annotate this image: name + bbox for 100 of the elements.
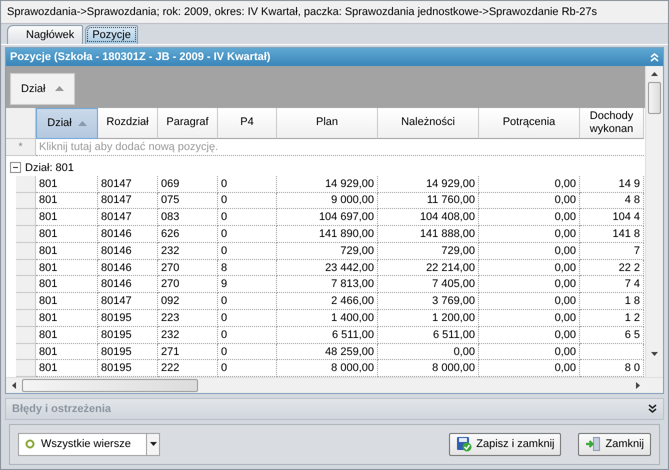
- table-cell: 80146: [98, 242, 158, 260]
- table-cell: 80147: [98, 209, 158, 226]
- column-header[interactable]: Dział: [36, 108, 98, 140]
- table-cell: 801: [36, 293, 98, 310]
- table-cell: 9: [218, 276, 277, 294]
- table-cell: 22 2: [580, 260, 644, 276]
- table-cell: 80147: [98, 293, 158, 310]
- table-cell: 141 890,00: [277, 226, 378, 243]
- table-cell: 6 511,00: [277, 326, 378, 344]
- table-cell: 801: [36, 226, 98, 243]
- table-cell: 0: [218, 344, 277, 360]
- exit-door-icon: [585, 436, 602, 452]
- tab[interactable]: Pozycje: [85, 25, 138, 44]
- column-header[interactable]: Rozdział: [98, 108, 158, 140]
- header-corner: [6, 108, 36, 140]
- table-cell: 6 5: [580, 326, 644, 344]
- table-cell: 14 9: [580, 176, 644, 193]
- table-cell: 801: [36, 344, 98, 360]
- table-cell: 0: [218, 192, 277, 210]
- table-cell: 104 697,00: [277, 209, 378, 226]
- ring-icon: [25, 439, 35, 450]
- table-cell: 0: [218, 226, 277, 243]
- row-selector[interactable]: [16, 293, 36, 310]
- table-cell: 8: [218, 260, 277, 276]
- scrollbar-thumb[interactable]: [22, 379, 198, 392]
- window-title: Sprawozdania->Sprawozdania; rok: 2009, okres: IV Kwartał, paczka: Sprawozdania jednostkowe->Sprawozdanie Rb-27s: [1, 1, 668, 24]
- tab[interactable]: Nagłówek: [7, 25, 84, 44]
- collapse-icon[interactable]: [10, 162, 21, 174]
- table-cell: 0,00: [479, 276, 580, 294]
- row-selector[interactable]: [16, 276, 36, 294]
- table-cell: 801: [36, 260, 98, 276]
- table-cell: [580, 344, 644, 360]
- row-selector[interactable]: [16, 209, 36, 226]
- table-cell: 80146: [98, 260, 158, 276]
- table-cell: 801: [36, 242, 98, 260]
- close-button[interactable]: Zamknij: [578, 432, 651, 456]
- table-cell: 801: [36, 209, 98, 226]
- column-header[interactable]: P4: [218, 108, 277, 140]
- table-cell: 0,00: [479, 326, 580, 344]
- table-cell: 075: [158, 192, 218, 210]
- table-cell: 232: [158, 242, 218, 260]
- table-cell: 1 8: [580, 293, 644, 310]
- row-selector[interactable]: [16, 192, 36, 210]
- table-cell: 104 408,00: [378, 209, 479, 226]
- table-cell: 0,00: [479, 226, 580, 243]
- table-cell: 729,00: [277, 242, 378, 260]
- table-cell: 22 214,00: [378, 260, 479, 276]
- column-header[interactable]: Plan: [277, 108, 378, 140]
- row-selector[interactable]: [16, 242, 36, 260]
- table-cell: 7: [580, 242, 644, 260]
- table-cell: 2 466,00: [277, 293, 378, 310]
- table-cell: 083: [158, 209, 218, 226]
- row-selector[interactable]: [16, 344, 36, 360]
- table-cell: 0,00: [479, 260, 580, 276]
- row-selector[interactable]: [16, 260, 36, 276]
- table-cell: 80146: [98, 226, 158, 243]
- table-cell: 223: [158, 310, 218, 327]
- save-button[interactable]: Zapisz i zamknij: [449, 432, 562, 456]
- table-cell: 0,00: [479, 242, 580, 260]
- table-cell: 0,00: [378, 344, 479, 360]
- row-selector[interactable]: [16, 310, 36, 327]
- table-cell: 729,00: [378, 242, 479, 260]
- column-header[interactable]: Paragraf: [158, 108, 218, 140]
- dropdown-button[interactable]: [146, 434, 159, 455]
- table-cell: 14 929,00: [378, 176, 479, 193]
- filter-value: Wszystkie wiersze: [41, 438, 131, 450]
- expand-icon[interactable]: [648, 404, 657, 414]
- group-by-chip[interactable]: Dział: [10, 72, 76, 105]
- table-cell: 801: [36, 326, 98, 344]
- table-cell: 48 259,00: [277, 344, 378, 360]
- table-cell: 0,00: [479, 176, 580, 193]
- filter-dropdown[interactable]: Wszystkie wiersze: [18, 432, 160, 456]
- table-cell: 3 769,00: [378, 293, 479, 310]
- table-cell: 14 929,00: [277, 176, 378, 193]
- table-cell: 6 511,00: [378, 326, 479, 344]
- column-header[interactable]: Potrącenia: [479, 108, 580, 140]
- column-header[interactable]: Należności: [378, 108, 479, 140]
- panel-title: Błędy i ostrzeżenia: [12, 402, 112, 415]
- table-cell: 141 8: [580, 226, 644, 243]
- table-cell: 7 4: [580, 276, 644, 294]
- table-cell: 80195: [98, 310, 158, 327]
- table-cell: 0: [218, 209, 277, 226]
- table-cell: 0: [218, 293, 277, 310]
- row-selector[interactable]: [16, 226, 36, 243]
- scrollbar-thumb[interactable]: [648, 82, 661, 114]
- table-cell: 141 888,00: [378, 226, 479, 243]
- table-cell: 0: [218, 326, 277, 344]
- table-cell: 80195: [98, 344, 158, 360]
- table-cell: 0: [218, 176, 277, 193]
- group-label: Dział: 801: [25, 162, 74, 174]
- column-header[interactable]: Dochody wykonan: [580, 108, 644, 140]
- group-by-label: Dział: [21, 82, 46, 95]
- table-cell: 271: [158, 344, 218, 360]
- table-cell: 092: [158, 293, 218, 310]
- table-cell: 80147: [98, 192, 158, 210]
- table-cell: 80195: [98, 326, 158, 344]
- table-cell: 104 4: [580, 209, 644, 226]
- row-selector[interactable]: [16, 326, 36, 344]
- new-row-marker: *: [6, 139, 36, 156]
- panel-title: Pozycje (Szkoła - 180301Z - JB - 2009 - IV Kwartał): [10, 51, 270, 64]
